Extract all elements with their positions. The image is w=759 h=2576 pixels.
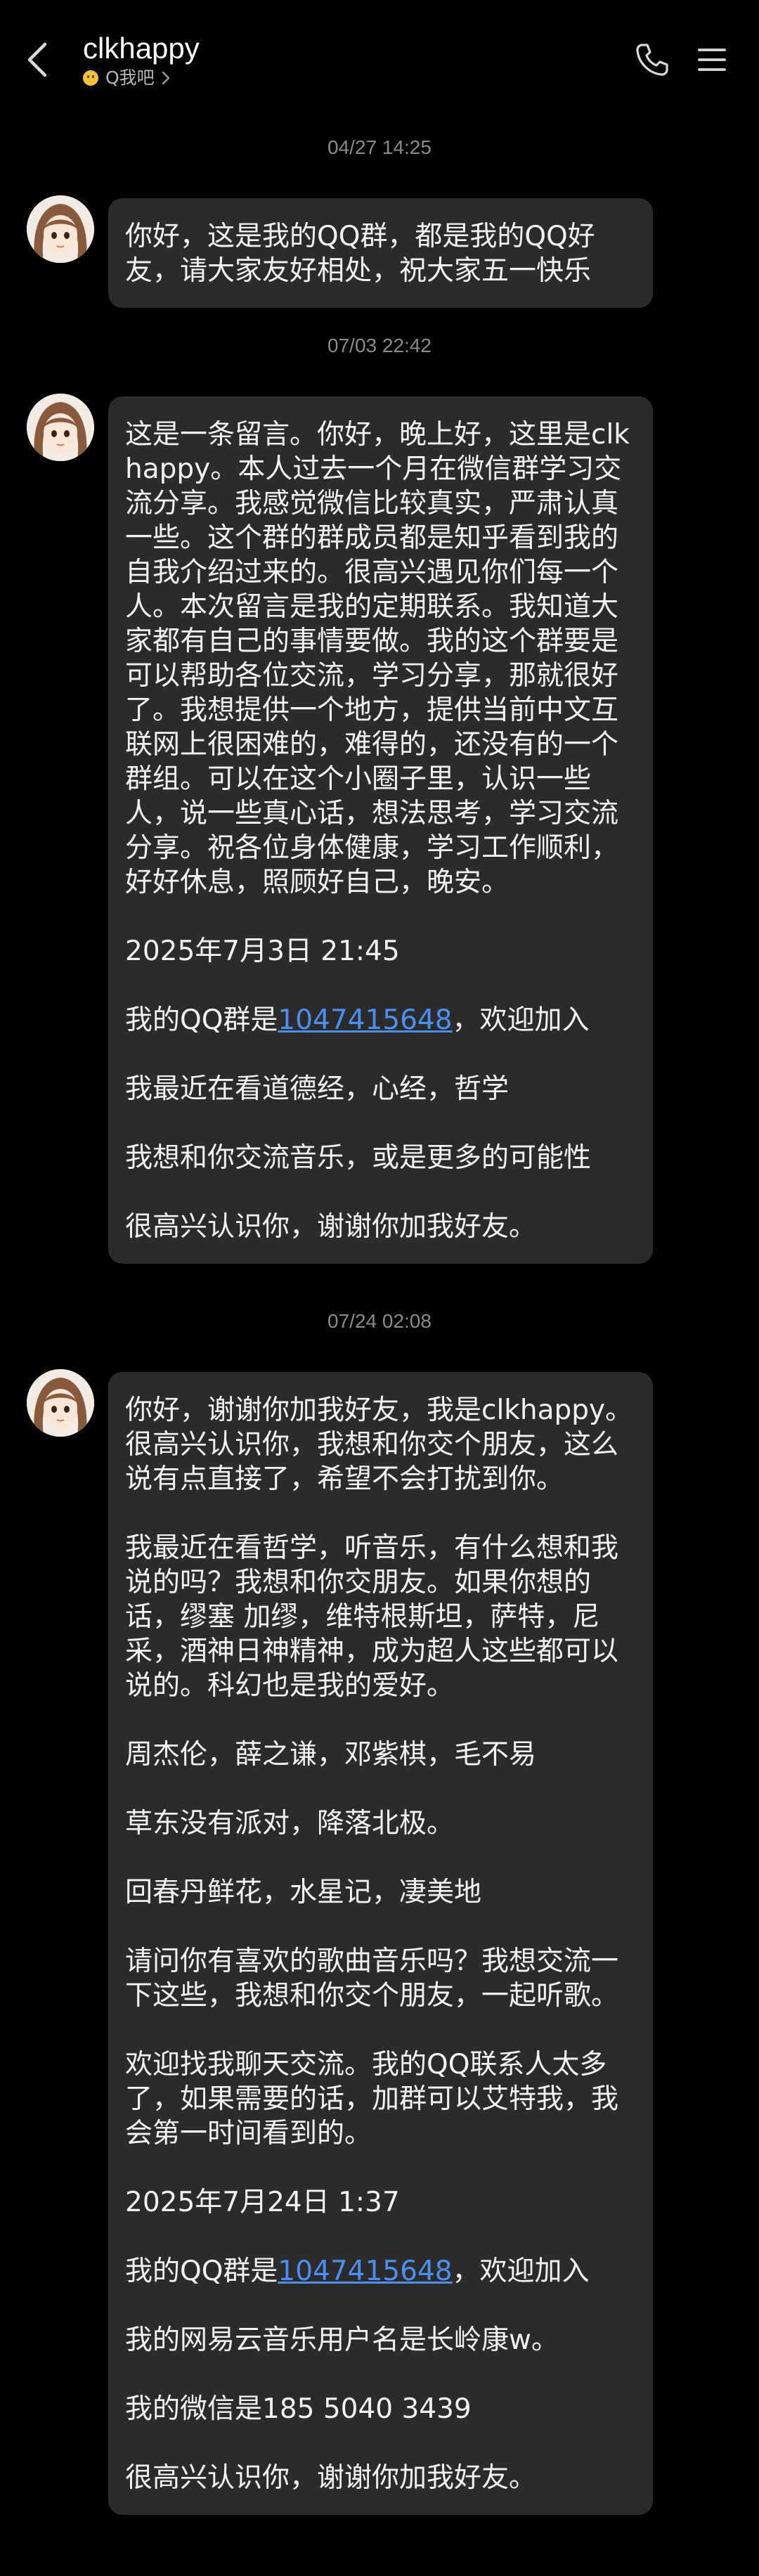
chat-subtitle[interactable]: Q我吧 bbox=[83, 67, 200, 89]
message-text: 我最近在看道德经，心经，哲学 bbox=[125, 1073, 510, 1105]
message-bubble[interactable]: 你好，谢谢你加我好友，我是clkhappy。很高兴认识你，我想和你交个朋友，这么… bbox=[108, 1372, 653, 2515]
avatar-image bbox=[27, 195, 94, 263]
message-text: 请问你有喜欢的歌曲音乐吗？我想交流一下这些，我想和你交个朋友，一起听歌。 bbox=[125, 1946, 619, 2012]
qq-group-line: 我的QQ群是1047415648，欢迎加入 bbox=[125, 1003, 636, 1037]
qq-group-prefix: 我的QQ群是 bbox=[125, 1004, 278, 1036]
chat-title: clkhappy bbox=[83, 32, 200, 65]
message-text: 草东没有派对，降落北极。 bbox=[125, 1808, 455, 1839]
avatar-image bbox=[27, 394, 94, 461]
sender-avatar[interactable] bbox=[27, 1369, 94, 1437]
message-text: 周杰伦，薛之谦，邓紫棋，毛不易 bbox=[125, 1739, 537, 1771]
chat-title-area[interactable]: clkhappy Q我吧 bbox=[83, 31, 200, 89]
message-timestamp: 07/03 22:42 bbox=[327, 335, 432, 356]
message-timestamp: 07/24 02:08 bbox=[327, 1310, 432, 1332]
subtitle-text: Q我吧 bbox=[105, 67, 155, 88]
qq-group-link[interactable]: 1047415648 bbox=[278, 2255, 452, 2287]
qq-group-prefix: 我的QQ群是 bbox=[125, 2255, 278, 2287]
message-text: 你好，这是我的QQ群，都是我的QQ好友，请大家友好相处，祝大家五一快乐 bbox=[125, 221, 595, 287]
phone-icon bbox=[636, 44, 668, 76]
message-text: 回春丹鲜花，水星记，凄美地 bbox=[125, 1877, 482, 1908]
message-bubble[interactable]: 这是一条留言。你好，晚上好，这里是clkhappy。本人过去一个月在微信群学习交… bbox=[108, 396, 653, 1264]
message-bubble[interactable]: 你好，这是我的QQ群，都是我的QQ好友，请大家友好相处，祝大家五一快乐 bbox=[108, 198, 653, 308]
more-menu-button[interactable] bbox=[689, 37, 735, 83]
chat-header: clkhappy Q我吧 bbox=[0, 0, 759, 119]
qq-group-line: 我的QQ群是1047415648，欢迎加入 bbox=[125, 2254, 636, 2289]
chevron-left-icon bbox=[27, 42, 47, 77]
back-button[interactable] bbox=[17, 32, 59, 88]
message-text: 我最近在看哲学，听音乐，有什么想和我说的吗？我想和你交朋友。如果你想的话，缪塞 … bbox=[125, 1532, 619, 1702]
smile-emoji-icon bbox=[83, 70, 98, 86]
message-text: 这是一条留言。你好，晚上好，这里是clkhappy。本人过去一个月在微信群学习交… bbox=[125, 419, 630, 898]
message-date-text: 2025年7月24日 1:37 bbox=[125, 2187, 400, 2218]
menu-icon bbox=[698, 48, 726, 71]
voice-call-button[interactable] bbox=[629, 37, 675, 83]
message-text: 欢迎找我聊天交流。我的QQ联系人太多了，如果需要的话，加群可以艾特我，我会第一时… bbox=[125, 2049, 619, 2149]
message-text: 很高兴认识你，谢谢你加我好友。 bbox=[125, 1211, 537, 1243]
sender-avatar[interactable] bbox=[27, 394, 94, 461]
message-text: 我的微信是185 5040 3439 bbox=[125, 2393, 472, 2425]
message-text: 我的网易云音乐用户名是长岭康w。 bbox=[125, 2324, 559, 2356]
message-text: 我想和你交流音乐，或是更多的可能性 bbox=[125, 1142, 592, 1174]
qq-group-suffix: ，欢迎加入 bbox=[452, 2255, 590, 2287]
message-date-text: 2025年7月3日 21:45 bbox=[125, 936, 400, 967]
message-text: 你好，谢谢你加我好友，我是clkhappy。很高兴认识你，我想和你交个朋友，这么… bbox=[125, 1394, 633, 1495]
sender-avatar[interactable] bbox=[27, 195, 94, 263]
message-timestamp: 04/27 14:25 bbox=[327, 136, 432, 158]
qq-group-link[interactable]: 1047415648 bbox=[278, 1004, 452, 1036]
qq-group-suffix: ，欢迎加入 bbox=[452, 1004, 590, 1036]
message-text: 很高兴认识你，谢谢你加我好友。 bbox=[125, 2462, 537, 2494]
avatar-image bbox=[27, 1369, 94, 1437]
chevron-right-icon bbox=[162, 71, 169, 85]
